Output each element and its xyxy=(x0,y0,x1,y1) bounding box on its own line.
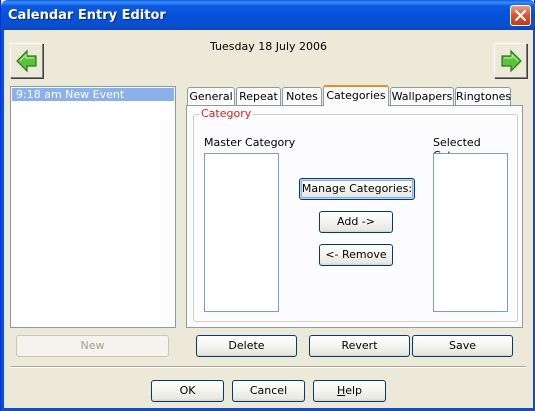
tab-categories[interactable]: Categories xyxy=(323,85,389,106)
category-groupbox: Category Master Category Selected Catego… xyxy=(193,107,518,322)
current-date-label: Tuesday 18 July 2006 xyxy=(209,40,327,53)
calendar-entry-editor-window: Calendar Entry Editor Tuesday 18 July 20… xyxy=(0,0,535,411)
add-category-button[interactable]: Add -> xyxy=(319,211,393,233)
next-day-button[interactable] xyxy=(494,43,527,78)
help-mnemonic: H xyxy=(336,384,346,397)
remove-category-button[interactable]: <- Remove xyxy=(319,244,393,266)
help-label-rest: elp xyxy=(345,384,363,397)
close-button[interactable] xyxy=(510,5,531,26)
window-title: Calendar Entry Editor xyxy=(8,8,166,23)
tab-notes[interactable]: Notes xyxy=(282,87,322,106)
tab-general[interactable]: General xyxy=(187,87,235,106)
event-list[interactable]: 9:18 am New Event xyxy=(10,86,176,328)
selected-category-list[interactable] xyxy=(433,153,508,312)
revert-button[interactable]: Revert xyxy=(309,335,410,357)
cancel-button[interactable]: Cancel xyxy=(232,380,305,402)
manage-categories-button[interactable]: Manage Categories: xyxy=(299,178,415,200)
arrow-right-icon xyxy=(501,49,522,73)
title-bar[interactable]: Calendar Entry Editor xyxy=(1,0,535,30)
master-category-label: Master Category xyxy=(204,136,296,149)
category-group-label: Category xyxy=(199,107,254,120)
ok-button[interactable]: OK xyxy=(151,380,224,402)
categories-tab-panel: Category Master Category Selected Catego… xyxy=(186,105,523,328)
new-entry-button[interactable]: New xyxy=(16,335,169,357)
separator xyxy=(11,366,526,368)
help-button[interactable]: Help xyxy=(313,380,386,402)
tab-repeat[interactable]: Repeat xyxy=(236,87,281,106)
arrow-left-icon xyxy=(16,49,37,73)
save-button[interactable]: Save xyxy=(412,335,513,357)
tab-ringtones[interactable]: Ringtones xyxy=(455,87,511,106)
close-icon xyxy=(515,10,526,21)
delete-button[interactable]: Delete xyxy=(196,335,297,357)
previous-day-button[interactable] xyxy=(10,43,43,78)
master-category-list[interactable] xyxy=(204,153,279,312)
list-item[interactable]: 9:18 am New Event xyxy=(12,88,174,101)
tab-wallpapers[interactable]: Wallpapers xyxy=(390,87,454,106)
